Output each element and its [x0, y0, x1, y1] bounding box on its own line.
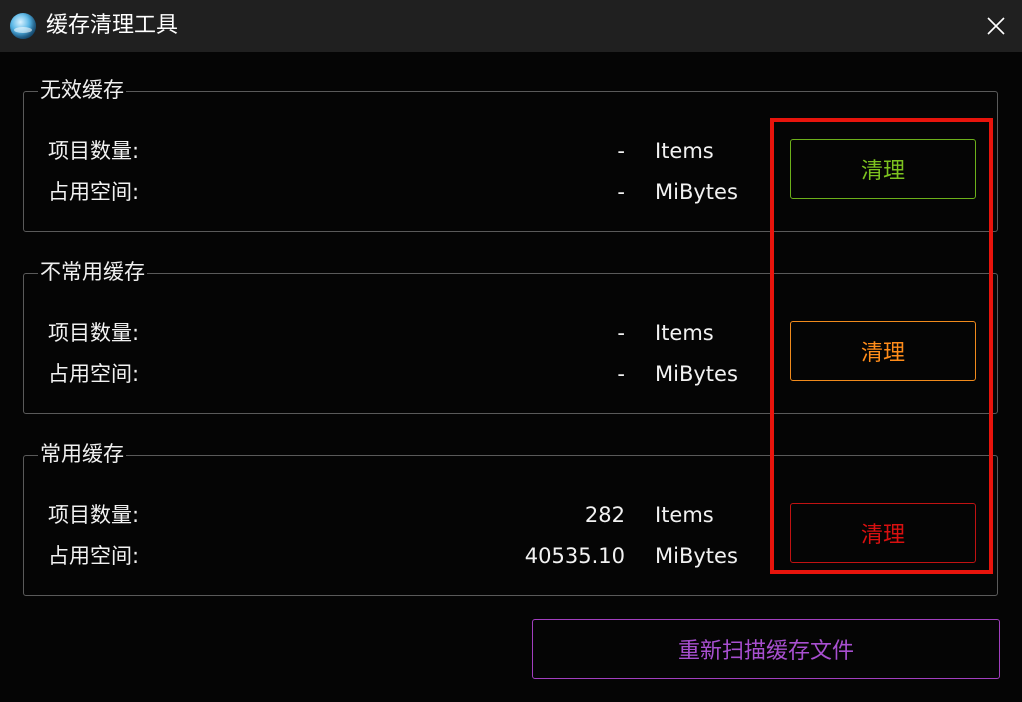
space-used-value: 40535.10	[524, 544, 625, 568]
space-used-value: -	[617, 362, 625, 386]
space-used-label: 占用空间:	[48, 362, 140, 386]
items-count-label: 项目数量:	[48, 139, 140, 163]
space-used-label: 占用空间:	[48, 180, 140, 204]
items-count-value: -	[617, 321, 625, 345]
group-title: 常用缓存	[38, 439, 126, 469]
space-used-value: -	[617, 180, 625, 204]
group-title: 不常用缓存	[38, 257, 147, 287]
items-count-value: 282	[584, 503, 625, 527]
space-used-unit: MiBytes	[655, 362, 738, 386]
title-bar: 缓存清理工具	[0, 0, 1022, 52]
space-used-unit: MiBytes	[655, 180, 738, 204]
items-count-label: 项目数量:	[48, 321, 140, 345]
highlight-annotation-box	[770, 118, 993, 574]
items-count-unit: Items	[655, 139, 714, 163]
close-button[interactable]	[970, 0, 1022, 52]
group-title: 无效缓存	[38, 75, 126, 105]
space-used-label: 占用空间:	[48, 544, 140, 568]
rescan-cache-button[interactable]: 重新扫描缓存文件	[532, 619, 1000, 679]
app-globe-icon	[10, 13, 36, 39]
space-used-unit: MiBytes	[655, 544, 738, 568]
window-title: 缓存清理工具	[46, 13, 179, 38]
items-count-unit: Items	[655, 503, 714, 527]
items-count-unit: Items	[655, 321, 714, 345]
items-count-label: 项目数量:	[48, 503, 140, 527]
close-icon	[987, 17, 1005, 35]
items-count-value: -	[617, 139, 625, 163]
